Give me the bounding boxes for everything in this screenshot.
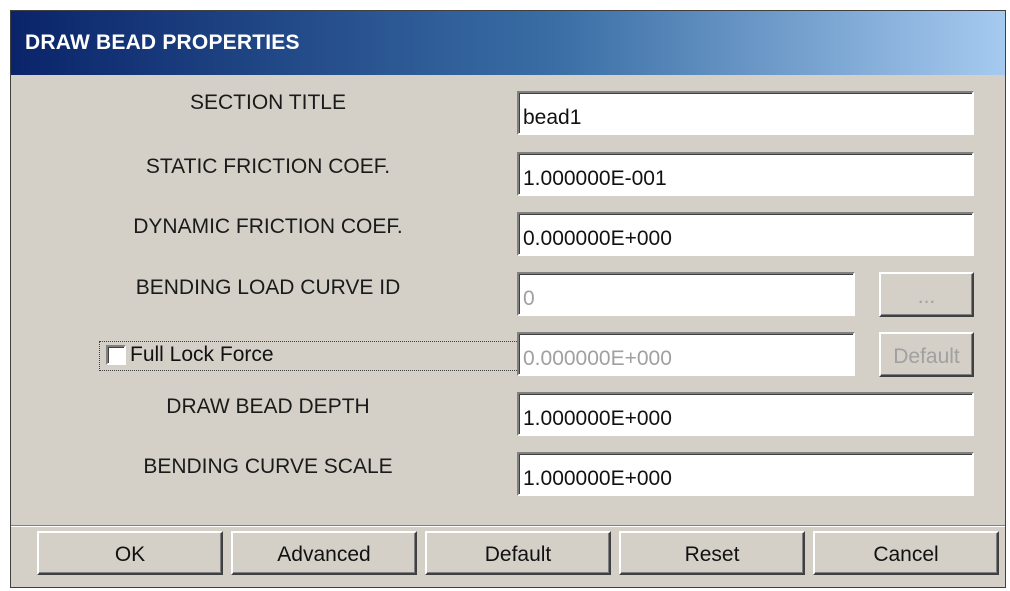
draw-bead-depth-input[interactable] <box>517 392 974 436</box>
dynamic-friction-input[interactable] <box>517 212 974 256</box>
default-button[interactable]: Default <box>425 531 611 575</box>
full-lock-force-label: Full Lock Force <box>130 343 274 366</box>
button-separator <box>11 525 1005 527</box>
full-lock-default-button[interactable]: Default <box>879 332 974 377</box>
bending-curve-scale-input[interactable] <box>517 452 974 496</box>
full-lock-force-input[interactable] <box>517 332 855 376</box>
draw-bead-depth-label: DRAW BEAD DEPTH <box>166 395 370 418</box>
curve-browse-button[interactable]: ... <box>879 272 974 317</box>
bending-load-curve-input[interactable] <box>517 272 855 316</box>
section-title-label: SECTION TITLE <box>190 91 346 114</box>
static-friction-label: STATIC FRICTION COEF. <box>145 155 391 178</box>
full-lock-force-checkbox[interactable] <box>106 345 126 365</box>
cancel-button[interactable]: Cancel <box>813 531 999 575</box>
ok-button[interactable]: OK <box>37 531 223 575</box>
bending-curve-scale-label: BENDING CURVE SCALE <box>143 455 393 478</box>
dialog-title-bar[interactable]: DRAW BEAD PROPERTIES <box>11 11 1005 75</box>
section-title-input[interactable] <box>517 91 974 135</box>
full-lock-force-row[interactable]: Full Lock Force <box>99 341 523 371</box>
static-friction-input[interactable] <box>517 152 974 196</box>
advanced-button[interactable]: Advanced <box>231 531 417 575</box>
dialog-title: DRAW BEAD PROPERTIES <box>25 31 300 54</box>
dynamic-friction-label: DYNAMIC FRICTION COEF. <box>133 215 403 238</box>
draw-bead-properties-dialog: DRAW BEAD PROPERTIES SECTION TITLE STATI… <box>10 10 1006 588</box>
bending-load-curve-label: BENDING LOAD CURVE ID <box>135 276 401 299</box>
reset-button[interactable]: Reset <box>619 531 805 575</box>
